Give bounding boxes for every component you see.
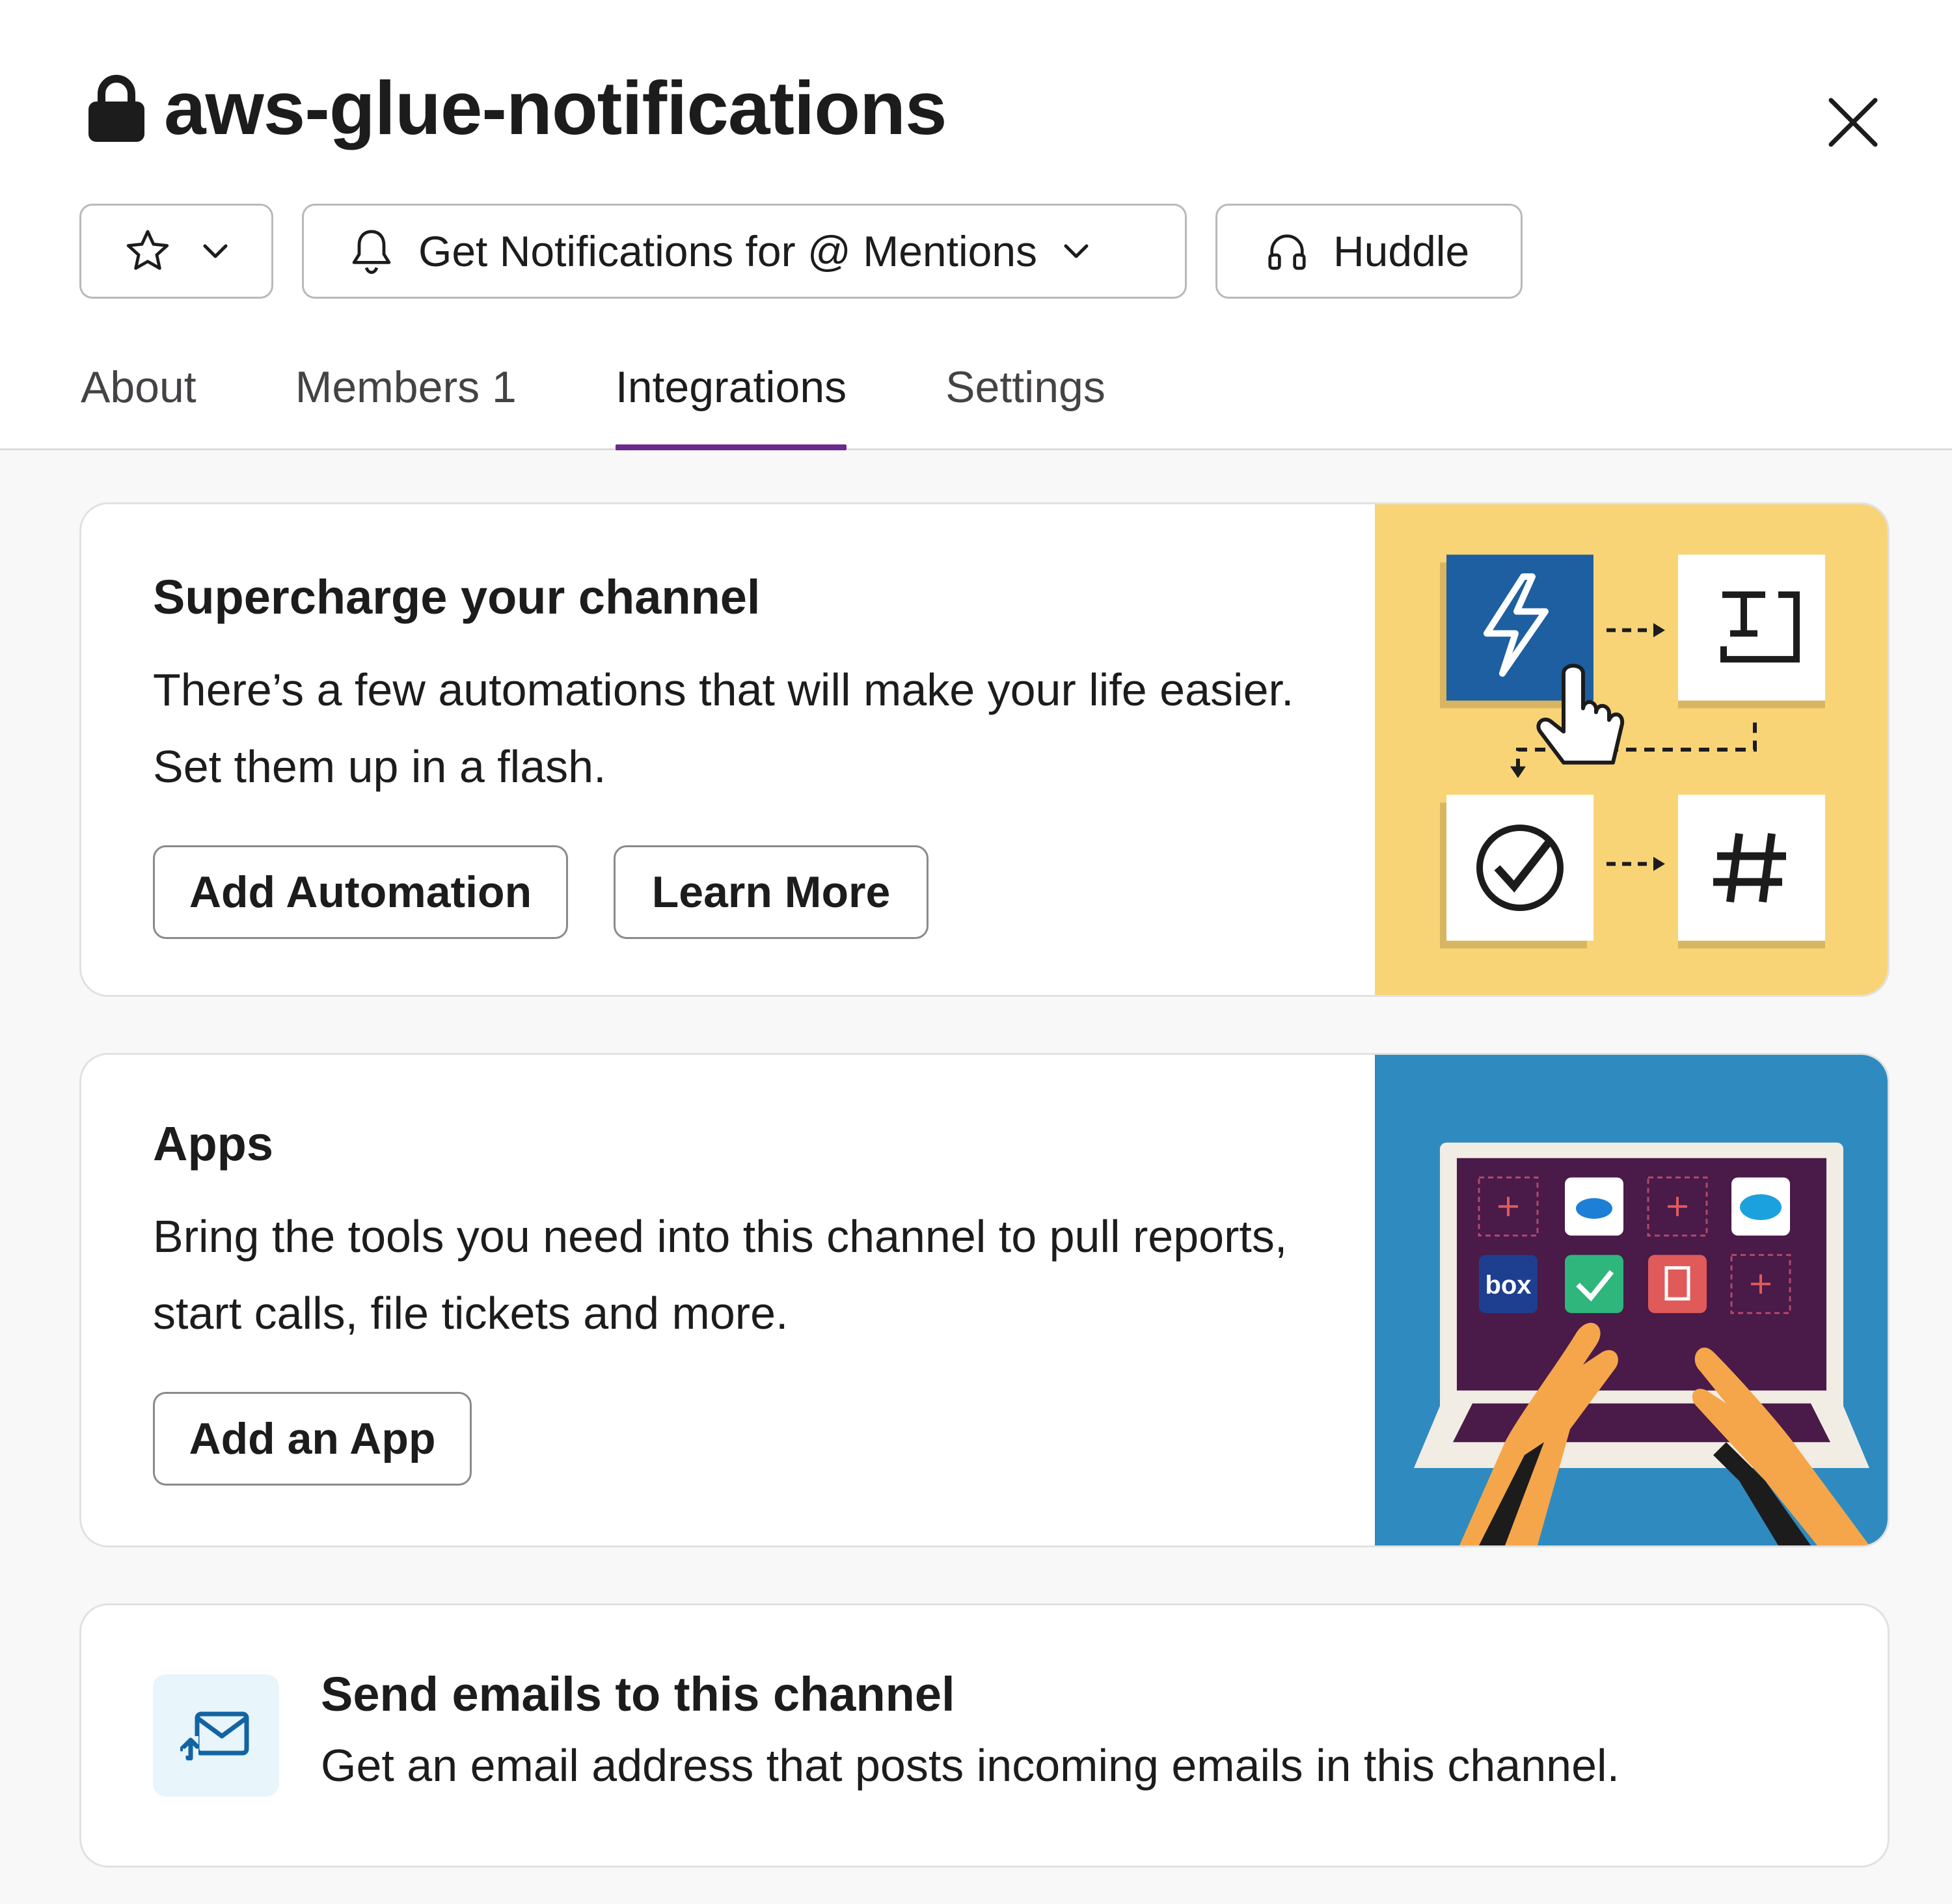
close-button[interactable] [1822,91,1884,154]
apps-illustration: box [1375,1055,1888,1545]
star-icon [126,230,169,270]
learn-more-button[interactable]: Learn More [614,845,929,939]
lock-icon [88,75,144,142]
automation-card: Supercharge your channel There’s a few a… [79,502,1890,997]
automation-heading: Supercharge your channel [153,570,761,624]
email-forward-icon [180,1711,249,1761]
automation-card-text: Supercharge your channel There’s a few a… [153,504,1350,939]
huddle-button[interactable]: Huddle [1215,204,1523,299]
automation-illustration [1375,504,1888,995]
add-automation-button[interactable]: Add Automation [153,845,568,939]
chevron-down-icon [203,244,228,258]
tab-about[interactable]: About [81,362,197,450]
bell-icon [352,230,391,274]
apps-actions: Add an App [153,1392,1350,1486]
apps-heading: Apps [153,1117,273,1171]
header-actions: Get Notifications for @ Mentions Huddle [79,204,1523,299]
notifications-dropdown[interactable]: Get Notifications for @ Mentions [302,204,1187,299]
add-app-button[interactable]: Add an App [153,1392,472,1486]
email-card-text: Send emails to this channel Get an email… [321,1670,1620,1793]
tab-integrations[interactable]: Integrations [615,362,847,450]
apps-card-text: Apps Bring the tools you need into this … [153,1055,1350,1486]
automation-description: There’s a few automations that will make… [153,664,1294,792]
channel-tabs: About Members 1 Integrations Settings [81,362,1105,450]
chevron-down-icon [1064,244,1089,258]
email-icon-box [153,1674,279,1797]
notifications-label: Get Notifications for @ Mentions [418,227,1038,275]
automation-actions: Add Automation Learn More [153,845,1350,939]
box-app-label: box [1485,1271,1531,1299]
email-heading: Send emails to this channel [321,1667,955,1721]
star-button[interactable] [79,204,273,299]
tab-members[interactable]: Members 1 [295,362,517,450]
apps-description: Bring the tools you need into this chann… [153,1211,1288,1339]
channel-header: aws-glue-notifications Get Notifications… [0,0,1952,450]
email-description: Get an email address that posts incoming… [321,1740,1620,1791]
integrations-panel: Supercharge your channel There’s a few a… [0,450,1952,1904]
channel-title: aws-glue-notifications [164,66,947,150]
apps-card: Apps Bring the tools you need into this … [79,1053,1890,1547]
tab-settings[interactable]: Settings [945,362,1105,450]
email-card[interactable]: Send emails to this channel Get an email… [79,1603,1890,1868]
huddle-label: Huddle [1333,227,1470,275]
close-icon [1828,98,1878,147]
channel-title-row: aws-glue-notifications [88,70,947,146]
headphones-icon [1268,234,1306,270]
